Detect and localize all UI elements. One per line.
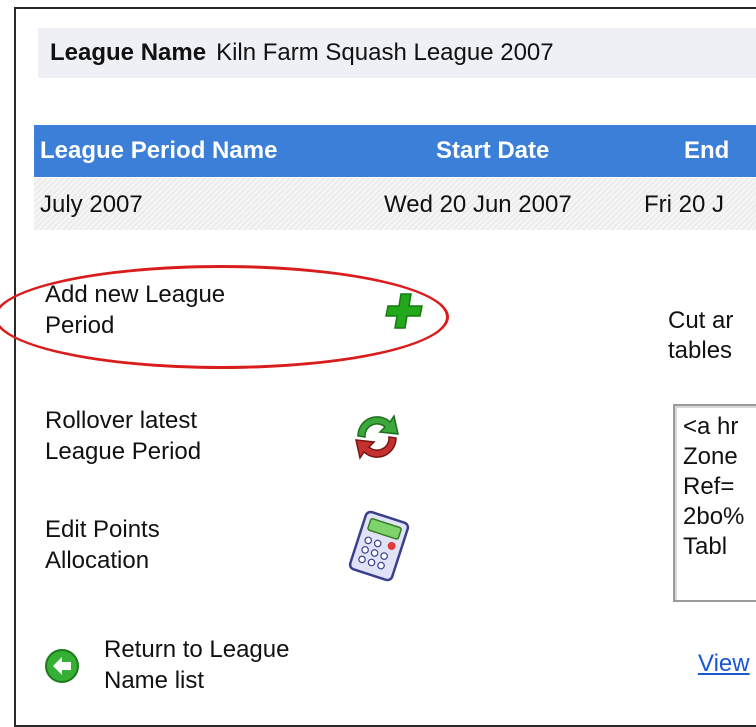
column-header-start-date[interactable]: Start Date: [436, 137, 549, 165]
edit-points-label-line1: Edit Points: [45, 516, 160, 543]
add-league-period-label-line2: Period: [45, 312, 115, 339]
add-league-period-label-line1: Add new League: [45, 281, 226, 308]
back-arrow-icon[interactable]: [44, 648, 80, 684]
table-header-row: League Period Name Start Date End: [34, 125, 756, 177]
add-league-period-link[interactable]: Add new League Period: [45, 279, 225, 341]
rollover-label-line2: League Period: [45, 438, 202, 465]
league-name-row: League Name Kiln Farm Squash League 2007: [38, 28, 756, 78]
code-line: Tabl: [683, 533, 728, 560]
embed-instructions-line1: Cut ar: [668, 307, 734, 334]
refresh-arrows-icon[interactable]: [350, 410, 404, 464]
code-line: Ref=: [683, 473, 735, 500]
league-name-value: Kiln Farm Squash League 2007: [216, 39, 554, 66]
page-frame: [14, 7, 756, 727]
period-name-cell: July 2007: [40, 191, 143, 218]
code-line: 2bo%: [683, 503, 745, 530]
return-label-line1: Return to League: [104, 636, 290, 663]
column-header-period-name[interactable]: League Period Name: [40, 137, 277, 165]
edit-points-label-line2: Allocation: [45, 547, 150, 574]
rollover-league-period-link[interactable]: Rollover latest League Period: [45, 405, 201, 467]
league-name-label: League Name: [50, 39, 207, 66]
code-line: <a hr: [683, 413, 739, 440]
return-to-league-name-list-link[interactable]: Return to League Name list: [104, 634, 289, 696]
plus-icon[interactable]: [384, 290, 426, 332]
view-link[interactable]: View: [698, 650, 750, 678]
code-line: Zone: [683, 443, 738, 470]
end-date-cell: Fri 20 J: [644, 191, 725, 218]
calculator-icon[interactable]: [345, 510, 413, 582]
rollover-label-line1: Rollover latest: [45, 407, 198, 434]
embed-instructions-line2: tables: [668, 337, 733, 364]
embed-instructions: Cut ar tables: [668, 306, 733, 366]
return-label-line2: Name list: [104, 667, 205, 694]
table-row[interactable]: July 2007 Wed 20 Jun 2007 Fri 20 J: [34, 178, 756, 230]
embed-code-textarea[interactable]: <a hr Zone Ref= 2bo% Tabl: [673, 404, 756, 602]
start-date-cell: Wed 20 Jun 2007: [384, 191, 572, 218]
column-header-end-date[interactable]: End: [684, 137, 729, 165]
edit-points-allocation-link[interactable]: Edit Points Allocation: [45, 514, 160, 576]
